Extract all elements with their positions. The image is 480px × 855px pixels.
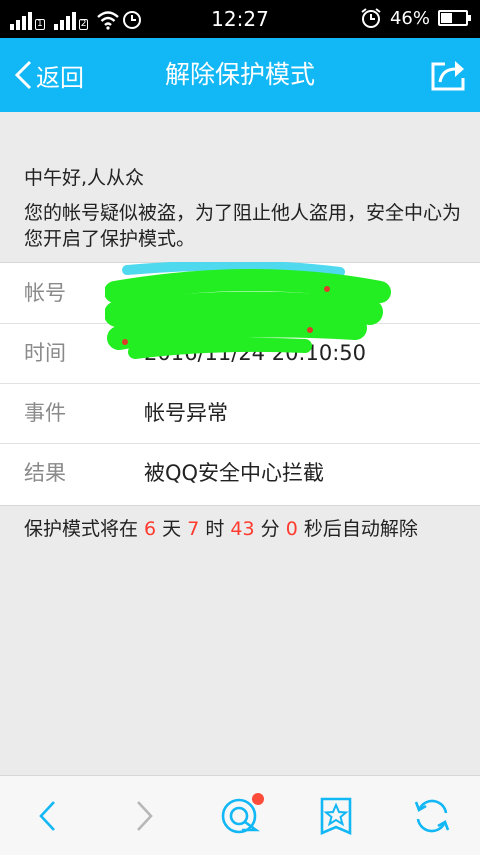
status-right: 46%: [360, 7, 471, 29]
forward-arrow-icon[interactable]: [122, 796, 166, 836]
redaction-scribble: [105, 262, 391, 359]
favorite-icon[interactable]: [314, 796, 358, 836]
greeting-text: 中午好,人从众: [24, 167, 145, 189]
countdown-prefix: 保护模式将在: [24, 518, 145, 540]
battery-percent: 46%: [389, 7, 430, 29]
result-label: 结果: [24, 461, 66, 485]
countdown-days-unit: 天: [156, 518, 188, 540]
status-bar: 1 2 12:27 46%: [0, 0, 480, 38]
account-label: 帐号: [24, 281, 66, 305]
countdown-seconds: 0: [285, 518, 298, 540]
back-arrow-icon[interactable]: [26, 796, 70, 836]
time-label: 时间: [24, 341, 66, 365]
countdown-text: 保护模式将在 6 天 7 时 43 分 0 秒后自动解除: [24, 516, 418, 542]
event-label: 事件: [24, 401, 66, 425]
countdown-minutes-unit: 分: [254, 518, 286, 540]
result-row: 结果 被QQ安全中心拦截: [0, 443, 480, 503]
protection-notice: 您的帐号疑似被盗，为了阻止他人盗用，安全中心为您开启了保护模式。: [24, 202, 462, 250]
result-value: 被QQ安全中心拦截: [144, 461, 325, 485]
refresh-icon[interactable]: [410, 796, 454, 836]
battery-icon: [438, 10, 471, 26]
countdown-minutes: 43: [230, 518, 255, 540]
share-icon[interactable]: [430, 58, 468, 92]
countdown-hours: 7: [187, 518, 200, 540]
countdown-suffix: 秒后自动解除: [297, 518, 418, 540]
title-bar: 返回 解除保护模式: [0, 38, 480, 112]
countdown-hours-unit: 时: [199, 518, 231, 540]
browser-toolbar: [0, 775, 480, 855]
event-value: 帐号异常: [144, 401, 228, 425]
page-title: 解除保护模式: [164, 60, 315, 89]
alarm-icon: [361, 8, 381, 28]
event-row: 事件 帐号异常: [0, 383, 480, 443]
countdown-days: 6: [144, 518, 157, 540]
notification-dot: [252, 793, 264, 805]
